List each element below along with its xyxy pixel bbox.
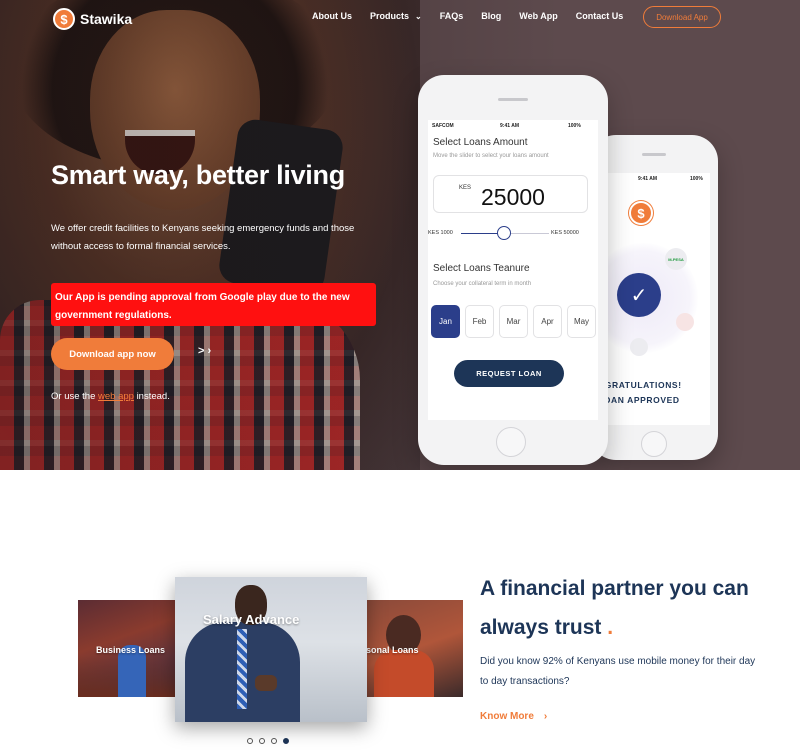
chevron-down-icon: ⌄	[415, 12, 422, 21]
dollar-coin-icon: $	[53, 8, 75, 30]
nav-item-faqs[interactable]: FAQs	[440, 11, 464, 21]
month-selector: Jan Feb Mar Apr May	[431, 305, 601, 338]
brand-name: Stawika	[80, 11, 133, 27]
know-more-label: Know More	[480, 711, 534, 722]
status-time: 9:41 AM	[638, 176, 657, 182]
request-loan-button[interactable]: REQUEST LOAN	[454, 360, 564, 387]
download-app-now-button[interactable]: Download app now	[51, 338, 174, 370]
slide-photo-tie	[237, 629, 247, 709]
cash-icon	[676, 313, 694, 331]
nav-item-about-us[interactable]: About Us	[312, 11, 352, 21]
slider-max-label: KES 50000	[551, 230, 579, 236]
web-app-prefix: Or use the	[51, 391, 96, 402]
slide-label: Business Loans	[96, 645, 166, 655]
month-option-jan[interactable]: Jan	[431, 305, 460, 338]
slide-salary-advance[interactable]: Salary Advance	[175, 577, 367, 722]
nav-item-contact-us[interactable]: Contact Us	[576, 11, 624, 21]
carousel-dot[interactable]	[247, 738, 253, 744]
trust-title-line2: always trust	[480, 615, 602, 639]
status-carrier: SAFCOM	[432, 123, 454, 129]
phone-screen-approved: 9:41 AM 100% $ ✓ M-PESA NGRATULATIONS! L…	[588, 173, 710, 425]
nav-item-web-app[interactable]: Web App	[519, 11, 558, 21]
phone-mockup-approved: 9:41 AM 100% $ ✓ M-PESA NGRATULATIONS! L…	[588, 135, 718, 460]
month-option-feb[interactable]: Feb	[465, 305, 494, 338]
approval-notice: Our App is pending approval from Google …	[51, 283, 376, 326]
product-carousel: Business Loans sonal Loans Salary Advanc…	[78, 577, 463, 722]
web-app-line: Or use the web app instead.	[51, 391, 170, 402]
phone-home-button	[641, 431, 667, 457]
tenure-title: Select Loans Teanure	[433, 263, 530, 274]
slide-label: Salary Advance	[203, 612, 300, 627]
amount-display: KES 25000	[433, 175, 588, 213]
nav-item-blog[interactable]: Blog	[481, 11, 501, 21]
trust-title: A financial partner you can always trust…	[480, 570, 780, 648]
nav-item-products-label: Products	[370, 11, 410, 21]
arrow-link[interactable]: > ›	[198, 345, 211, 357]
carousel-dots	[247, 738, 295, 744]
dollar-coin-icon: $	[629, 201, 653, 225]
nav-item-products[interactable]: Products ⌄	[370, 11, 422, 21]
chevron-right-icon: ›	[543, 711, 548, 722]
hero-section: $ Stawika About Us Products ⌄ FAQs Blog W…	[0, 0, 800, 470]
nav-links: About Us Products ⌄ FAQs Blog Web App Con…	[312, 11, 641, 21]
status-battery: 100%	[568, 123, 581, 129]
month-option-may[interactable]: May	[567, 305, 596, 338]
carousel-dot-active[interactable]	[283, 738, 289, 744]
slide-label: sonal Loans	[366, 645, 419, 655]
phone-speaker	[642, 153, 666, 156]
hero-title: Smart way, better living	[51, 160, 345, 190]
checkmark-icon: ✓	[617, 273, 661, 317]
mpesa-badge: M-PESA	[665, 248, 687, 270]
slider-min-label: KES 1000	[428, 230, 453, 236]
web-app-suffix: instead.	[136, 391, 170, 402]
phone-speaker	[498, 98, 528, 101]
month-option-apr[interactable]: Apr	[533, 305, 562, 338]
page: $ Stawika About Us Products ⌄ FAQs Blog W…	[0, 0, 800, 750]
congrats-line: NGRATULATIONS!	[598, 380, 682, 390]
amount-title: Select Loans Amount	[433, 137, 528, 148]
trust-text: Did you know 92% of Kenyans use mobile m…	[480, 656, 756, 687]
loan-approved-line: LOAN APPROVED	[598, 395, 680, 406]
amount-subtitle: Move the slider to select your loans amo…	[433, 153, 549, 159]
web-app-link[interactable]: web app	[98, 391, 134, 402]
brand-logo[interactable]: $ Stawika	[53, 8, 132, 30]
trust-title-line1: A financial partner you can	[480, 577, 749, 600]
title-accent-dot: .	[607, 615, 614, 639]
approval-message: NGRATULATIONS! LOAN APPROVED	[598, 378, 710, 409]
tenure-subtitle: Choose your collateral term in month	[433, 281, 532, 287]
phone-mockup-loan-form: SAFCOM 9:41 AM 100% Select Loans Amount …	[418, 75, 608, 465]
currency-label: KES	[459, 185, 472, 191]
slide-business-loans[interactable]: Business Loans	[78, 600, 175, 697]
download-app-button[interactable]: Download App	[643, 6, 721, 28]
slide-photo-phone	[255, 675, 277, 691]
phone-home-button	[496, 427, 526, 457]
know-more-link[interactable]: Know More ›	[480, 711, 547, 722]
status-time: 9:41 AM	[500, 123, 519, 129]
status-battery: 100%	[690, 176, 703, 182]
hero-description: We offer credit facilities to Kenyans se…	[51, 223, 355, 253]
slide-photo	[374, 650, 434, 697]
slider-handle[interactable]	[497, 226, 512, 240]
month-option-mar[interactable]: Mar	[499, 305, 528, 338]
card-icon	[630, 338, 648, 356]
top-nav: $ Stawika About Us Products ⌄ FAQs Blog W…	[0, 0, 800, 36]
slide-personal-loans[interactable]: sonal Loans	[366, 600, 463, 697]
phone-screen-loan-form: SAFCOM 9:41 AM 100% Select Loans Amount …	[428, 120, 598, 420]
carousel-dot[interactable]	[259, 738, 265, 744]
loan-amount: 25000	[481, 184, 545, 210]
carousel-dot[interactable]	[271, 738, 277, 744]
